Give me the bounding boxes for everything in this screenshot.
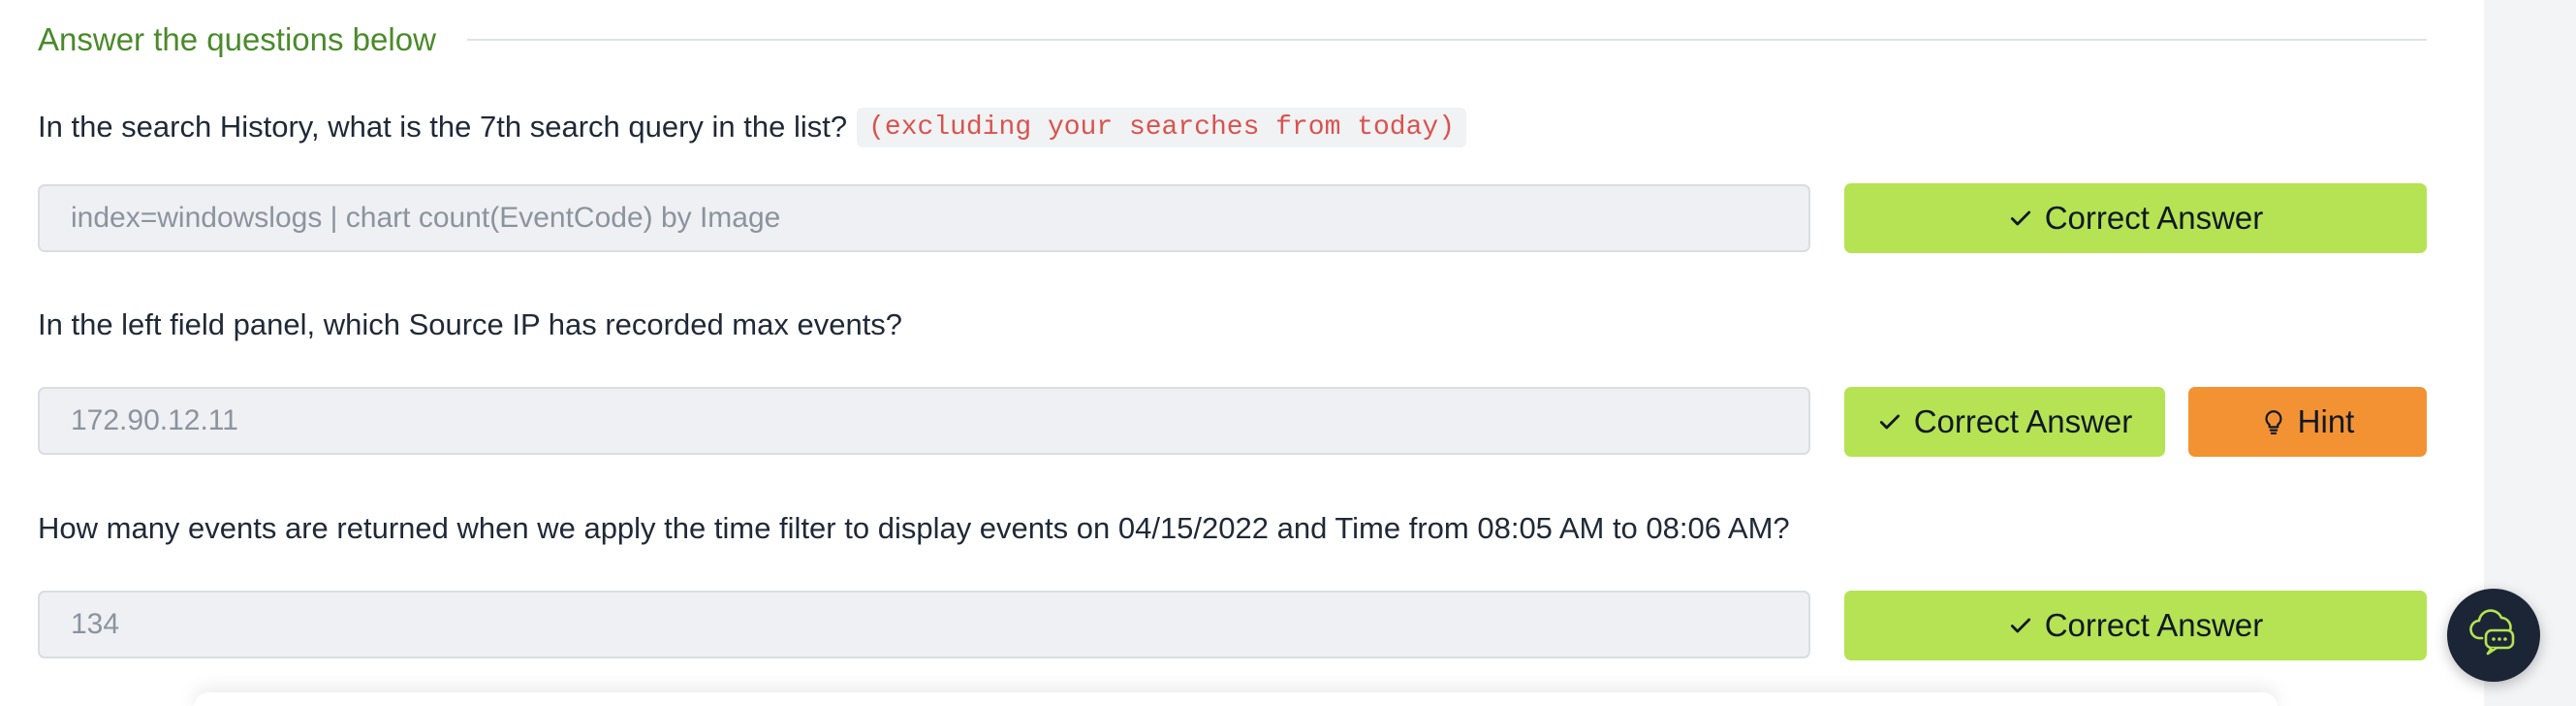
hint-button[interactable]: Hint	[2188, 387, 2427, 457]
chat-cloud-icon	[2466, 608, 2521, 662]
question-1: In the search History, what is the 7th s…	[38, 103, 1467, 151]
answer-field-2[interactable]	[38, 387, 1810, 455]
correct-answer-label-3: Correct Answer	[2044, 607, 2264, 643]
section-header: Answer the questions below	[38, 17, 2427, 62]
lightbulb-icon	[2261, 408, 2286, 435]
correct-answer-label-1: Correct Answer	[2044, 200, 2264, 236]
check-icon	[1877, 409, 1902, 434]
page: Answer the questions below In the search…	[0, 0, 2576, 706]
question-1-code-note: (excluding your searches from today)	[857, 107, 1467, 147]
check-icon	[2008, 206, 2033, 231]
correct-answer-label-2: Correct Answer	[1913, 403, 2133, 439]
check-icon	[2008, 613, 2033, 638]
correct-answer-button-1[interactable]: Correct Answer	[1844, 183, 2427, 253]
question-1-text: In the search History, what is the 7th s…	[38, 110, 848, 144]
question-3: How many events are returned when we app…	[38, 504, 1790, 553]
section-divider	[466, 39, 2427, 41]
correct-answer-button-3[interactable]: Correct Answer	[1844, 591, 2427, 660]
answer-field-1[interactable]	[38, 184, 1810, 252]
question-3-text: How many events are returned when we app…	[38, 511, 1790, 545]
answer-field-3[interactable]	[38, 591, 1810, 658]
question-2-text: In the left field panel, which Source IP…	[38, 307, 903, 341]
section-title: Answer the questions below	[38, 21, 436, 57]
bottom-card-edge	[194, 692, 2278, 706]
chat-button[interactable]	[2447, 589, 2540, 682]
hint-label: Hint	[2297, 403, 2355, 439]
correct-answer-button-2[interactable]: Correct Answer	[1844, 387, 2165, 457]
question-2: In the left field panel, which Source IP…	[38, 301, 902, 349]
